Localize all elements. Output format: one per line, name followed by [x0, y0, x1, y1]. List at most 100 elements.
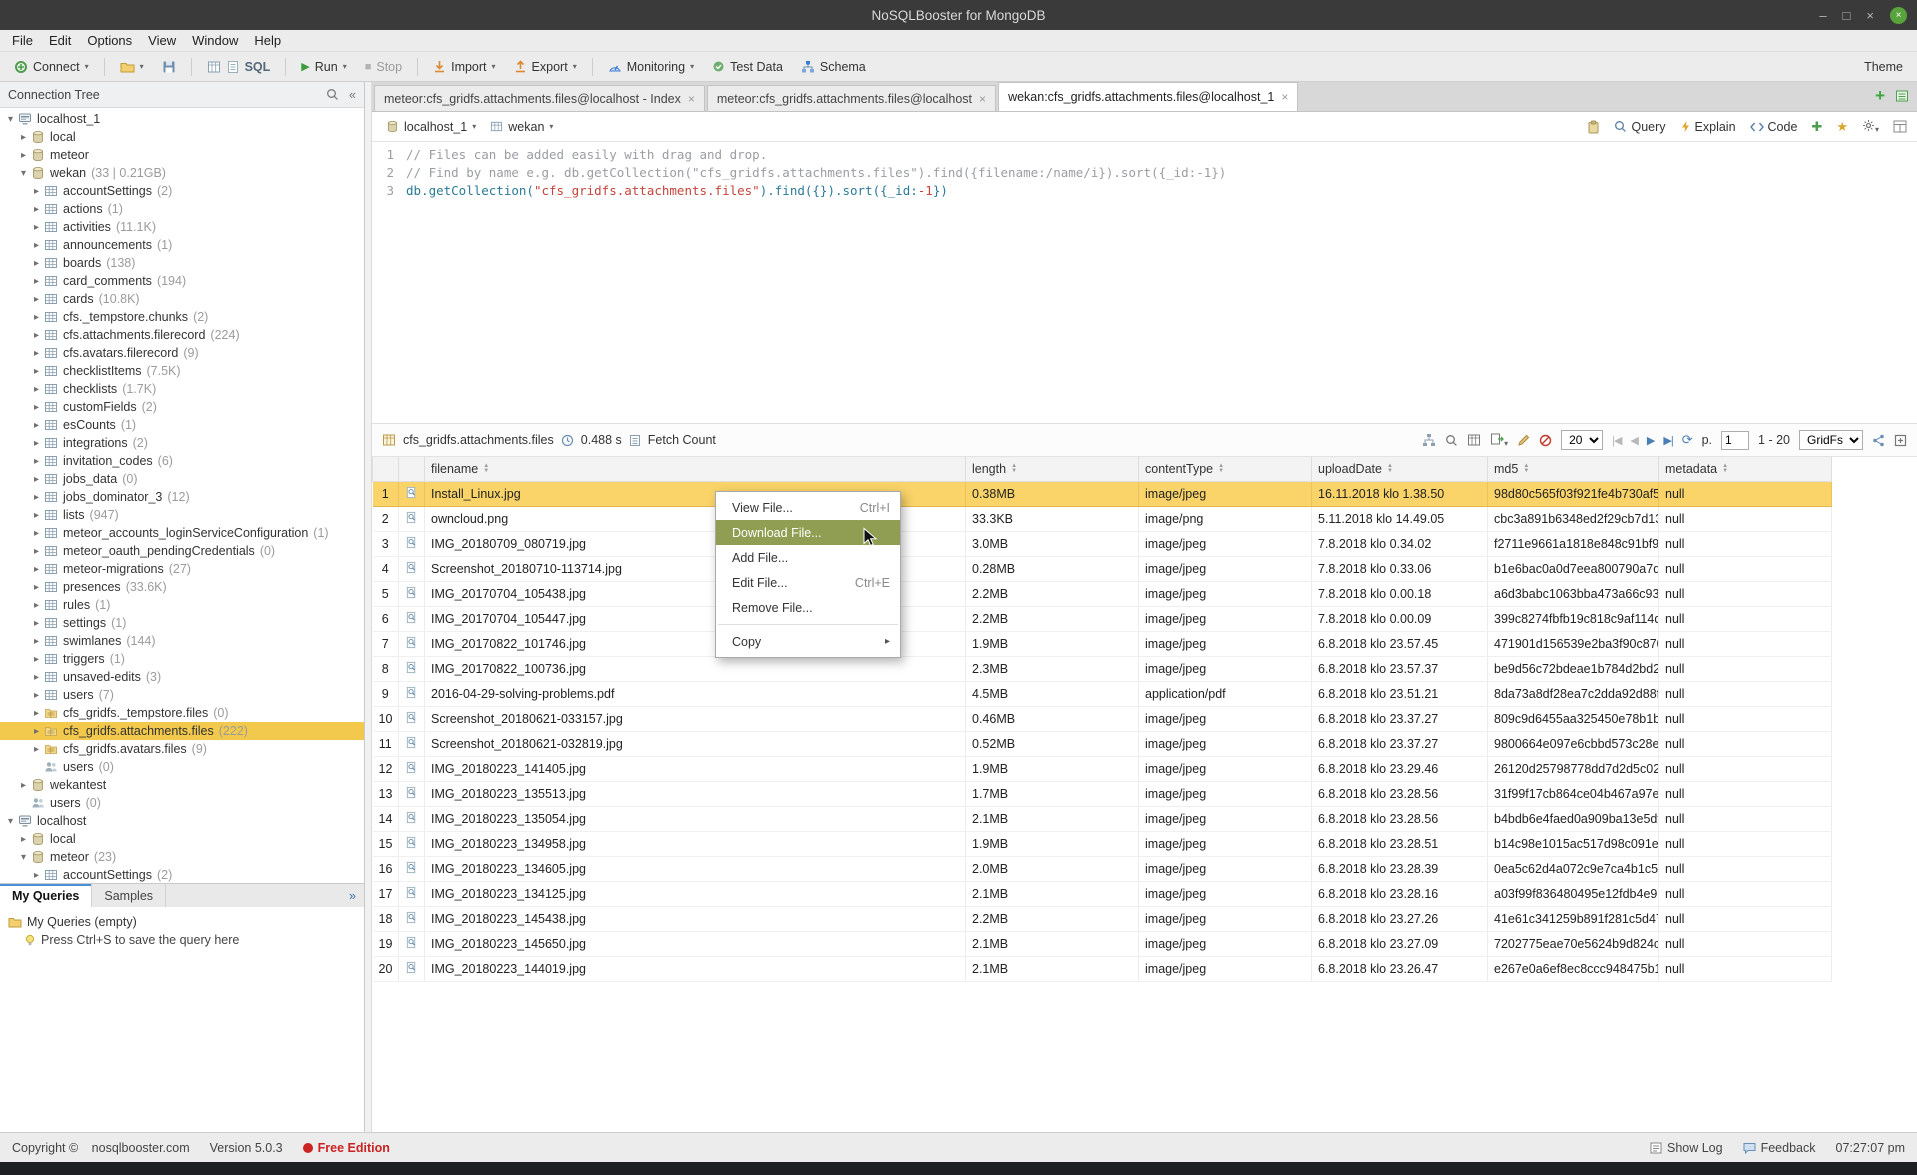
- editor-tab-meteor-cfs-gridfs-attachments-files-loca[interactable]: meteor:cfs_gridfs.attachments.files@loca…: [707, 85, 996, 111]
- tree-item-actions[interactable]: ▸actions(1): [0, 200, 364, 218]
- new-tab-button[interactable]: +: [1875, 87, 1885, 104]
- view-file-icon[interactable]: [399, 506, 425, 531]
- menu-file[interactable]: File: [4, 31, 41, 50]
- minimize-button[interactable]: –: [1819, 8, 1826, 23]
- search-icon[interactable]: [326, 88, 339, 101]
- expand-icon[interactable]: ▸: [30, 258, 43, 269]
- maximize-panel-icon[interactable]: [1894, 434, 1907, 447]
- save-button[interactable]: [156, 57, 182, 77]
- column-header-metadata[interactable]: metadata▲▼: [1659, 457, 1832, 481]
- tree-item-checklists[interactable]: ▸checklists(1.7K): [0, 380, 364, 398]
- collapse-icon[interactable]: ▾: [4, 816, 17, 827]
- close-tab-icon[interactable]: ×: [688, 92, 695, 106]
- tree-item-meteor[interactable]: ▸meteor: [0, 146, 364, 164]
- expand-icon[interactable]: ▸: [30, 330, 43, 341]
- expand-icon[interactable]: ▸: [30, 654, 43, 665]
- tree-item-cfs-tempstore-chunks[interactable]: ▸cfs._tempstore.chunks(2): [0, 308, 364, 326]
- expand-icon[interactable]: ▸: [30, 420, 43, 431]
- query-button[interactable]: Query: [1614, 120, 1665, 134]
- expand-icon[interactable]: ▸: [30, 528, 43, 539]
- table-row[interactable]: 11Screenshot_20180621-032819.jpg0.52MBim…: [373, 731, 1832, 756]
- remove-document-icon[interactable]: [1539, 434, 1552, 447]
- column-header-uploaddate[interactable]: uploadDate▲▼: [1312, 457, 1488, 481]
- tree-item-cfs-gridfs-tempstore-files[interactable]: ▸cfs_gridfs._tempstore.files(0): [0, 704, 364, 722]
- site-link[interactable]: nosqlbooster.com: [92, 1141, 190, 1155]
- expand-icon[interactable]: ▸: [30, 402, 43, 413]
- find-in-results-icon[interactable]: [1445, 434, 1458, 447]
- collapse-icon[interactable]: ▾: [17, 852, 30, 863]
- tree-item-accountsettings[interactable]: ▸accountSettings(2): [0, 182, 364, 200]
- show-log-button[interactable]: Show Log: [1650, 1141, 1723, 1155]
- favorite-add-icon[interactable]: ✚: [1811, 119, 1822, 135]
- tree-item-announcements[interactable]: ▸announcements(1): [0, 236, 364, 254]
- view-file-icon[interactable]: [399, 581, 425, 606]
- expand-icon[interactable]: ▸: [30, 492, 43, 503]
- tree-item-meteor-accounts-loginserviceconfiguration[interactable]: ▸meteor_accounts_loginServiceConfigurati…: [0, 524, 364, 542]
- tree-item-meteor-oauth-pendingcredentials[interactable]: ▸meteor_oauth_pendingCredentials(0): [0, 542, 364, 560]
- tree-item-cards[interactable]: ▸cards(10.8K): [0, 290, 364, 308]
- close-tab-icon[interactable]: ×: [979, 92, 986, 106]
- view-file-icon[interactable]: [399, 706, 425, 731]
- export-button[interactable]: Export▾: [508, 57, 583, 77]
- expand-icon[interactable]: ▸: [30, 276, 43, 287]
- last-page-icon[interactable]: ▶|: [1663, 434, 1672, 447]
- tree-item-meteor[interactable]: ▾meteor(23): [0, 848, 364, 866]
- expand-icon[interactable]: ▸: [17, 150, 30, 161]
- sort-icon[interactable]: ▲▼: [1722, 464, 1728, 474]
- explain-button[interactable]: Explain: [1680, 120, 1736, 134]
- refresh-icon[interactable]: ⟳: [1682, 432, 1693, 448]
- tab-samples[interactable]: Samples: [92, 884, 166, 907]
- tree-item-boards[interactable]: ▸boards(138): [0, 254, 364, 272]
- tree-item-lists[interactable]: ▸lists(947): [0, 506, 364, 524]
- expand-icon[interactable]: ▸: [30, 438, 43, 449]
- tree-item-escounts[interactable]: ▸esCounts(1): [0, 416, 364, 434]
- tree-item-checklistitems[interactable]: ▸checklistItems(7.5K): [0, 362, 364, 380]
- menu-item-remove-file[interactable]: Remove File...: [716, 595, 900, 620]
- column-header-md5[interactable]: md5▲▼: [1488, 457, 1659, 481]
- view-file-icon[interactable]: [399, 731, 425, 756]
- query-editor[interactable]: 1// Files can be added easily with drag …: [372, 142, 1917, 424]
- editor-tab-meteor-cfs-gridfs-attachments-files-loca[interactable]: meteor:cfs_gridfs.attachments.files@loca…: [374, 85, 705, 111]
- collapse-icon[interactable]: ▾: [17, 168, 30, 179]
- layout-icon[interactable]: [1893, 120, 1907, 133]
- connect-button[interactable]: Connect▾: [8, 57, 95, 77]
- expand-icon[interactable]: ▸: [30, 726, 43, 737]
- sort-icon[interactable]: ▲▼: [1011, 464, 1017, 474]
- tree-item-wekan[interactable]: ▾wekan(33 | 0.21GB): [0, 164, 364, 182]
- tree-item-users[interactable]: ▸users(7): [0, 686, 364, 704]
- expand-icon[interactable]: ▸: [30, 222, 43, 233]
- expand-icon[interactable]: ▸: [30, 672, 43, 683]
- expand-icon[interactable]: ▸: [17, 780, 30, 791]
- close-button[interactable]: ×: [1866, 8, 1874, 23]
- menu-item-add-file[interactable]: Add File...: [716, 545, 900, 570]
- monitoring-button[interactable]: Monitoring▾: [602, 57, 700, 77]
- tree-item-local[interactable]: ▸local: [0, 830, 364, 848]
- expand-icon[interactable]: ▸: [17, 132, 30, 143]
- editor-tab-wekan-cfs-gridfs-attachments-files-local[interactable]: wekan:cfs_gridfs.attachments.files@local…: [998, 82, 1298, 111]
- feedback-button[interactable]: Feedback: [1743, 1141, 1816, 1155]
- column-header-length[interactable]: length▲▼: [966, 457, 1139, 481]
- table-row[interactable]: 15IMG_20180223_134958.jpg1.9MBimage/jpeg…: [373, 831, 1832, 856]
- tree-item-card-comments[interactable]: ▸card_comments(194): [0, 272, 364, 290]
- table-row[interactable]: 92016-04-29-solving-problems.pdf4.5MBapp…: [373, 681, 1832, 706]
- tab-my-queries[interactable]: My Queries: [0, 884, 92, 907]
- table-view-icon[interactable]: [1467, 433, 1481, 447]
- expand-icon[interactable]: ▸: [30, 456, 43, 467]
- expand-icon[interactable]: ▸: [30, 186, 43, 197]
- tree-item-activities[interactable]: ▸activities(11.1K): [0, 218, 364, 236]
- expand-icon[interactable]: ▸: [30, 636, 43, 647]
- expand-icon[interactable]: ▸: [30, 618, 43, 629]
- expand-icon[interactable]: ▸: [30, 294, 43, 305]
- table-row[interactable]: 10Screenshot_20180621-033157.jpg0.46MBim…: [373, 706, 1832, 731]
- view-file-icon[interactable]: [399, 856, 425, 881]
- tree-item-unsaved-edits[interactable]: ▸unsaved-edits(3): [0, 668, 364, 686]
- view-file-icon[interactable]: [399, 806, 425, 831]
- menu-window[interactable]: Window: [184, 31, 246, 50]
- view-file-icon[interactable]: [399, 831, 425, 856]
- page-number-input[interactable]: [1721, 431, 1749, 450]
- tree-item-swimlanes[interactable]: ▸swimlanes(144): [0, 632, 364, 650]
- tree-item-localhost[interactable]: ▾localhost: [0, 812, 364, 830]
- view-file-icon[interactable]: [399, 956, 425, 981]
- table-row[interactable]: 8IMG_20170822_100736.jpg2.3MBimage/jpeg6…: [373, 656, 1832, 681]
- view-file-icon[interactable]: [399, 931, 425, 956]
